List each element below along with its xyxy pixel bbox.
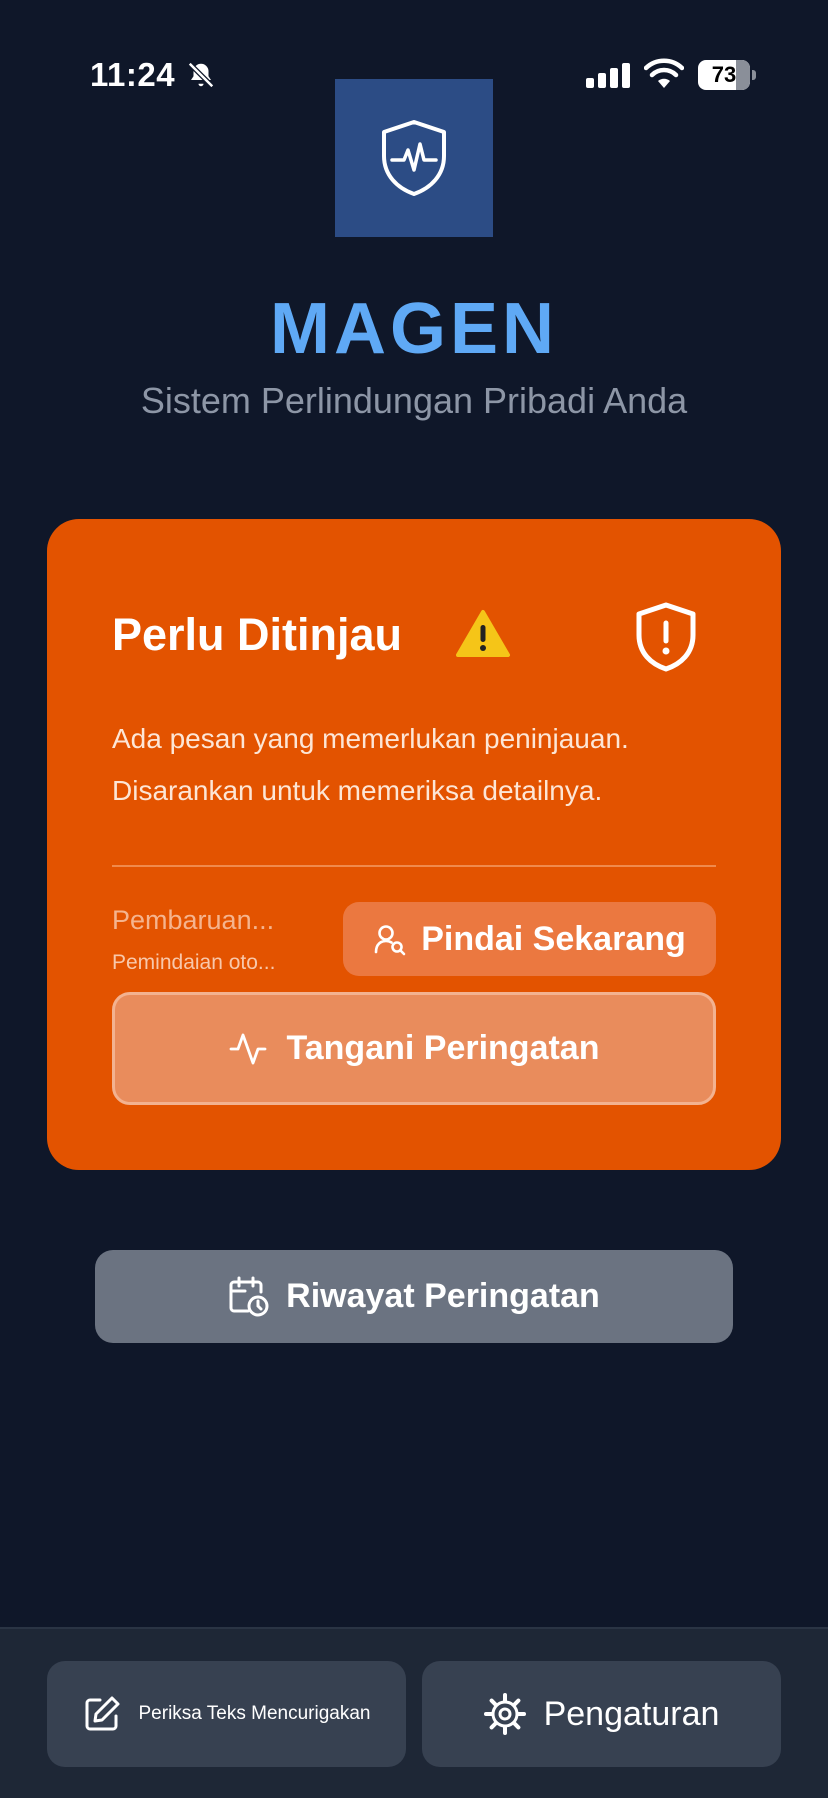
handle-alerts-button[interactable]: Tangani Peringatan [112, 992, 716, 1105]
card-message-line1: Ada pesan yang memerlukan peninjauan. [112, 723, 629, 754]
user-search-icon [373, 922, 407, 956]
status-card: Perlu Ditinjau Ada pesan yang memerlukan… [47, 519, 781, 1170]
auto-scan-label: Pemindaian oto... [112, 951, 276, 974]
wifi-icon [644, 58, 684, 90]
app-subtitle: Sistem Perlindungan Pribadi Anda [140, 380, 688, 421]
settings-button[interactable]: Pengaturan [422, 1661, 781, 1767]
card-message: Ada pesan yang memerlukan peninjauan. Di… [112, 713, 752, 817]
bottom-bar: Periksa Teks Mencurigakan Pengaturan [0, 1627, 828, 1798]
shield-alert-icon [633, 601, 699, 673]
bell-slash-icon [186, 60, 216, 90]
scan-now-label: Pindai Sekarang [421, 919, 686, 958]
cellular-signal-icon [586, 62, 632, 90]
activity-icon [229, 1031, 267, 1067]
alert-history-label: Riwayat Peringatan [286, 1277, 600, 1315]
alert-history-button[interactable]: Riwayat Peringatan [95, 1250, 733, 1343]
card-title: Perlu Ditinjau [112, 609, 403, 660]
battery-body: 73 [698, 60, 750, 90]
warning-icon [455, 609, 511, 659]
shield-heartbeat-icon [382, 120, 446, 196]
check-suspicious-text-button[interactable]: Periksa Teks Mencurigakan [47, 1661, 406, 1767]
scan-now-button[interactable]: Pindai Sekarang [343, 902, 716, 976]
status-time: 11:24 [90, 56, 176, 93]
battery-cap [752, 70, 756, 80]
update-label: Pembaruan... [112, 905, 275, 935]
card-divider [112, 865, 716, 867]
battery-icon: 73 [698, 60, 756, 90]
handle-alerts-label: Tangani Peringatan [286, 1029, 600, 1067]
card-message-line2: Disarankan untuk memeriksa detailnya. [112, 775, 603, 806]
edit-icon [83, 1695, 121, 1733]
gear-icon [483, 1693, 526, 1735]
app-screen: 11:24 73 MAGEN Sistem Perlindungan Priba… [0, 0, 828, 1798]
calendar-clock-icon [228, 1276, 270, 1318]
settings-label: Pengaturan [543, 1694, 720, 1733]
check-suspicious-text-label: Periksa Teks Mencurigakan [138, 1703, 371, 1724]
app-title: MAGEN [270, 289, 558, 369]
battery-level: 73 [711, 62, 737, 87]
app-logo [335, 79, 493, 237]
